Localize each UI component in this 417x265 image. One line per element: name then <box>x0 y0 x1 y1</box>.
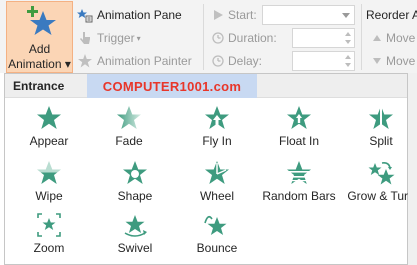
reorder-label: Reorder A <box>366 8 417 22</box>
appear-icon <box>37 106 61 129</box>
effect-shape[interactable]: Shape <box>95 159 175 207</box>
duration-field[interactable] <box>292 28 355 48</box>
delay-label: Delay: <box>228 54 263 68</box>
effect-appear[interactable]: Appear <box>9 104 89 152</box>
swivel-icon <box>124 215 147 237</box>
effect-label: Bounce <box>196 241 238 255</box>
trigger-button[interactable]: Trigger ▾ <box>77 29 141 47</box>
effect-zoom[interactable]: Zoom <box>9 211 89 259</box>
watermark: COMPUTER1001.com <box>87 74 257 98</box>
shape-icon <box>123 161 147 184</box>
effect-label: Fade <box>115 134 143 148</box>
effect-bounce[interactable]: Bounce <box>177 211 257 259</box>
effect-label: Zoom <box>33 241 65 255</box>
split-icon <box>369 106 393 130</box>
zoom-icon <box>37 213 61 237</box>
effect-fly-in[interactable]: Fly In <box>177 104 257 152</box>
animations-ribbon: Add Animation ▾ Animation Pane Trigger ▾… <box>0 0 417 73</box>
ribbon-separator <box>203 4 204 70</box>
move-earlier-label: Move <box>386 31 416 45</box>
move-later-arrow-icon <box>373 58 381 64</box>
wheel-icon <box>205 161 229 184</box>
effect-swivel[interactable]: Swivel <box>95 211 175 259</box>
start-label-group: Start: <box>212 6 257 24</box>
wipe-icon <box>37 161 61 184</box>
gallery-scrollbar[interactable] <box>408 73 417 265</box>
dropdown-arrow-icon: ▾ <box>64 57 71 71</box>
effect-grow-turn[interactable]: Grow & Turn <box>341 159 417 207</box>
effect-label: Swivel <box>117 241 153 255</box>
add-animation-star-icon <box>27 6 56 35</box>
move-earlier-arrow-icon <box>373 35 381 41</box>
animation-painter-icon <box>78 54 92 68</box>
add-animation-label-line1: Add <box>28 42 51 56</box>
entrance-section-title: Entrance <box>13 79 65 93</box>
effect-label: Random Bars <box>262 189 336 203</box>
ribbon-separator <box>361 4 362 70</box>
duration-label-group: Duration: <box>212 29 277 47</box>
effect-label: Float In <box>278 134 320 148</box>
duration-label: Duration: <box>228 31 277 45</box>
effect-fade[interactable]: Fade <box>89 104 169 152</box>
effect-label: Wheel <box>199 189 234 203</box>
delay-field[interactable] <box>292 51 355 71</box>
delay-spinner-icon[interactable] <box>344 54 352 68</box>
effect-float-in[interactable]: Float In <box>259 104 339 152</box>
delay-label-group: Delay: <box>212 52 262 70</box>
trigger-dropdown-arrow-icon: ▾ <box>136 33 141 43</box>
trigger-icon <box>80 32 90 44</box>
fly-in-icon <box>205 106 229 129</box>
animation-painter-button[interactable]: Animation Painter <box>77 52 192 70</box>
effect-wheel[interactable]: Wheel <box>177 159 257 207</box>
start-dropdown[interactable] <box>262 5 355 25</box>
animation-pane-button[interactable]: Animation Pane <box>77 6 182 24</box>
effect-label: Fly In <box>202 134 232 148</box>
delay-clock-icon <box>212 55 224 67</box>
animation-painter-label: Animation Painter <box>97 54 192 68</box>
effect-label: Appear <box>29 134 69 148</box>
animation-gallery-dropdown: Entrance COMPUTER1001.com Appear Fade Fl… <box>4 73 415 265</box>
reorder-animation-heading: Reorder A <box>366 6 417 24</box>
move-later-label: Move <box>386 54 416 68</box>
float-in-icon <box>287 106 311 129</box>
random-bars-icon <box>287 161 311 184</box>
move-earlier-button[interactable]: Move <box>372 29 415 47</box>
trigger-label: Trigger <box>97 31 135 45</box>
duration-spinner-icon[interactable] <box>344 31 352 45</box>
start-icon <box>214 10 223 20</box>
grow-turn-icon <box>368 162 395 185</box>
effect-label: Split <box>369 134 393 148</box>
bounce-icon <box>204 215 227 235</box>
effect-random-bars[interactable]: Random Bars <box>259 159 339 207</box>
fade-icon <box>117 106 141 129</box>
start-label: Start: <box>228 8 257 22</box>
add-animation-label-line2: Animation ▾ <box>8 57 71 71</box>
effect-split[interactable]: Split <box>341 104 417 152</box>
move-later-button[interactable]: Move <box>372 52 415 70</box>
duration-clock-icon <box>212 32 224 44</box>
effect-wipe[interactable]: Wipe <box>9 159 89 207</box>
entrance-section-header: Entrance COMPUTER1001.com <box>5 74 407 98</box>
effect-label: Shape <box>117 189 153 203</box>
add-animation-button[interactable]: Add Animation ▾ <box>6 1 73 73</box>
effect-label: Grow & Turn <box>347 189 415 203</box>
animation-pane-icon <box>77 9 93 23</box>
animation-pane-label: Animation Pane <box>97 8 182 22</box>
effect-label: Wipe <box>35 189 63 203</box>
